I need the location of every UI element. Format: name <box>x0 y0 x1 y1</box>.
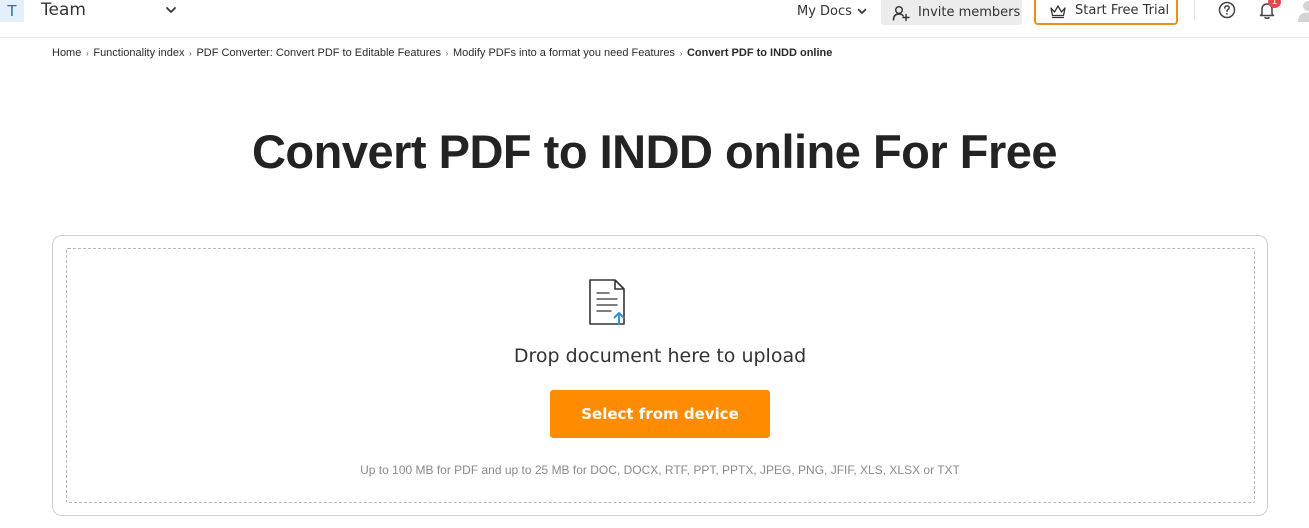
chevron-right-icon: › <box>189 48 192 58</box>
toolbar-divider <box>1194 0 1195 20</box>
breadcrumb: Home › Functionality index › PDF Convert… <box>52 45 832 61</box>
invite-members-button[interactable]: Invite members <box>881 0 1022 25</box>
breadcrumb-item-pdf-converter[interactable]: PDF Converter: Convert PDF to Editable F… <box>196 47 441 59</box>
chevron-down-icon[interactable] <box>164 3 178 17</box>
breadcrumb-item-modify-pdfs[interactable]: Modify PDFs into a format you need Featu… <box>453 47 675 59</box>
my-docs-dropdown[interactable]: My Docs <box>797 0 868 22</box>
select-from-device-button[interactable]: Select from device <box>550 390 770 438</box>
chevron-right-icon: › <box>445 48 449 58</box>
breadcrumb-item-functionality-index[interactable]: Functionality index <box>93 47 184 59</box>
add-user-icon <box>892 5 910 21</box>
chevron-right-icon: › <box>86 48 89 58</box>
breadcrumb-item-current: Convert PDF to INDD online <box>686 47 833 59</box>
help-icon[interactable] <box>1218 1 1236 19</box>
chevron-down-icon <box>857 8 867 14</box>
user-avatar-icon[interactable] <box>1296 0 1309 22</box>
chevron-right-icon: › <box>679 48 683 58</box>
invite-members-label: Invite members <box>918 5 1021 20</box>
my-docs-label: My Docs <box>797 3 852 19</box>
document-upload-icon <box>589 279 625 325</box>
start-free-trial-label: Start Free Trial <box>1075 3 1170 18</box>
top-bar: T Team My Docs Invite members Start Free… <box>0 0 1309 38</box>
notification-badge: 1 <box>1268 0 1281 8</box>
file-size-limits: Up to 100 MB for PDF and up to 25 MB for… <box>360 463 960 477</box>
drop-instructions: Drop document here to upload <box>513 345 807 367</box>
team-name[interactable]: Team <box>41 0 86 20</box>
team-avatar[interactable]: T <box>0 0 24 22</box>
page-title: Convert PDF to INDD online For Free <box>251 125 1058 178</box>
breadcrumb-item-home[interactable]: Home <box>52 47 81 59</box>
crown-icon <box>1050 4 1066 18</box>
start-free-trial-button[interactable]: Start Free Trial <box>1034 0 1178 25</box>
